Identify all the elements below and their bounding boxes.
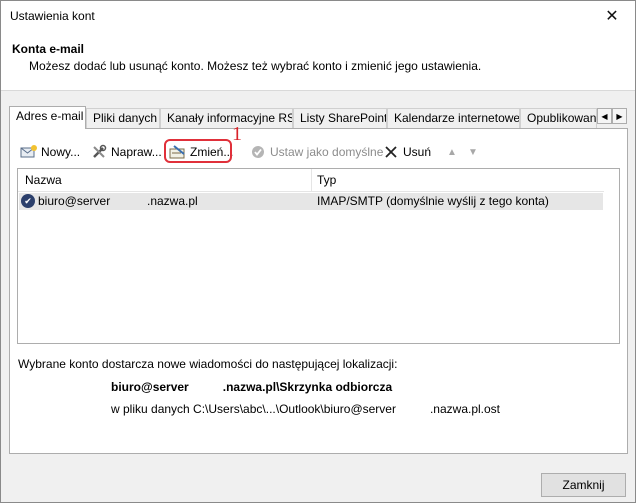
column-header-name[interactable]: Nazwa	[25, 173, 62, 187]
arrow-up-icon: ▲	[447, 146, 457, 158]
tab-data-files[interactable]: Pliki danych	[86, 108, 160, 128]
repair-tools-icon	[90, 144, 108, 160]
repair-button[interactable]: Napraw...	[90, 141, 162, 163]
repair-button-label: Napraw...	[111, 145, 162, 159]
close-icon[interactable]: ✕	[589, 1, 635, 31]
delivery-location: biuro@server .nazwa.pl\Skrzynka odbiorcza	[111, 380, 392, 394]
tab-published-calendars[interactable]: Opublikowane kalendarze	[520, 108, 597, 128]
title-bar: Ustawienia kont ✕	[1, 1, 635, 31]
set-default-check-icon	[249, 144, 267, 160]
email-tab-panel: Nowy... Napraw... Zmień... Ustaw jako do…	[9, 123, 628, 454]
delivery-location-part2: .nazwa.pl\Skrzynka odbiorcza	[222, 380, 393, 394]
annotation-step-number: 1	[232, 123, 242, 145]
default-account-check-icon: ✔	[21, 194, 35, 208]
accounts-list: Nazwa Typ ✔ biuro@server .nazwa.pl IMAP/…	[17, 168, 620, 344]
set-default-button-label: Ustaw jako domyślne	[270, 145, 384, 159]
delivery-location-part1: biuro@server	[111, 380, 189, 394]
window-title: Ustawienia kont	[10, 9, 95, 23]
account-name-part2: .nazwa.pl	[147, 194, 198, 208]
close-dialog-button[interactable]: Zamknij	[541, 473, 626, 497]
move-down-button[interactable]: ▼	[464, 141, 485, 163]
data-file-path: w pliku danych C:\Users\abc\...\Outlook\…	[111, 402, 500, 416]
header-title: Konta e-mail	[12, 42, 85, 56]
account-settings-window: Ustawienia kont ✕ Konta e-mail Możesz do…	[0, 0, 636, 503]
tab-scroll-left-icon[interactable]: ◀	[597, 108, 612, 124]
new-button-label: Nowy...	[41, 145, 81, 159]
change-button-highlight	[164, 139, 232, 163]
header-subtitle: Możesz dodać lub usunąć konto. Możesz te…	[29, 59, 482, 73]
remove-x-icon	[382, 144, 400, 160]
move-up-button[interactable]: ▲	[443, 141, 464, 163]
delivery-info-text: Wybrane konto dostarcza nowe wiadomości …	[18, 357, 398, 371]
column-divider	[311, 169, 312, 192]
toolbar: Nowy... Napraw... Zmień... Ustaw jako do…	[18, 137, 619, 163]
remove-button[interactable]: Usuń	[382, 141, 431, 163]
set-default-button[interactable]: Ustaw jako domyślne	[249, 141, 383, 163]
tab-internet-calendars[interactable]: Kalendarze internetowe	[387, 108, 520, 128]
data-file-path-part2: .nazwa.pl.ost	[429, 402, 501, 416]
remove-button-label: Usuń	[403, 145, 432, 159]
data-file-path-part1: w pliku danych C:\Users\abc\...\Outlook\…	[111, 402, 396, 416]
new-account-icon	[20, 144, 38, 160]
tab-email[interactable]: Adres e-mail	[9, 106, 86, 129]
column-header-type[interactable]: Typ	[317, 173, 336, 187]
table-row[interactable]: ✔ biuro@server .nazwa.pl IMAP/SMTP (domy…	[19, 193, 603, 210]
tab-scroll-right-icon[interactable]: ▶	[612, 108, 627, 124]
tab-rss-feeds[interactable]: Kanały informacyjne RSS	[160, 108, 293, 128]
account-type: IMAP/SMTP (domyślnie wyślij z tego konta…	[317, 194, 549, 208]
new-button[interactable]: Nowy...	[20, 141, 80, 163]
tab-strip: Adres e-mail Pliki danych Kanały informa…	[9, 106, 615, 129]
account-name-part1: biuro@server	[38, 194, 111, 208]
arrow-down-icon: ▼	[468, 146, 478, 158]
tab-sharepoint-lists[interactable]: Listy SharePoint	[293, 108, 387, 128]
accounts-list-header: Nazwa Typ	[18, 169, 604, 192]
dialog-header: Konta e-mail Możesz dodać lub usunąć kon…	[1, 31, 635, 91]
